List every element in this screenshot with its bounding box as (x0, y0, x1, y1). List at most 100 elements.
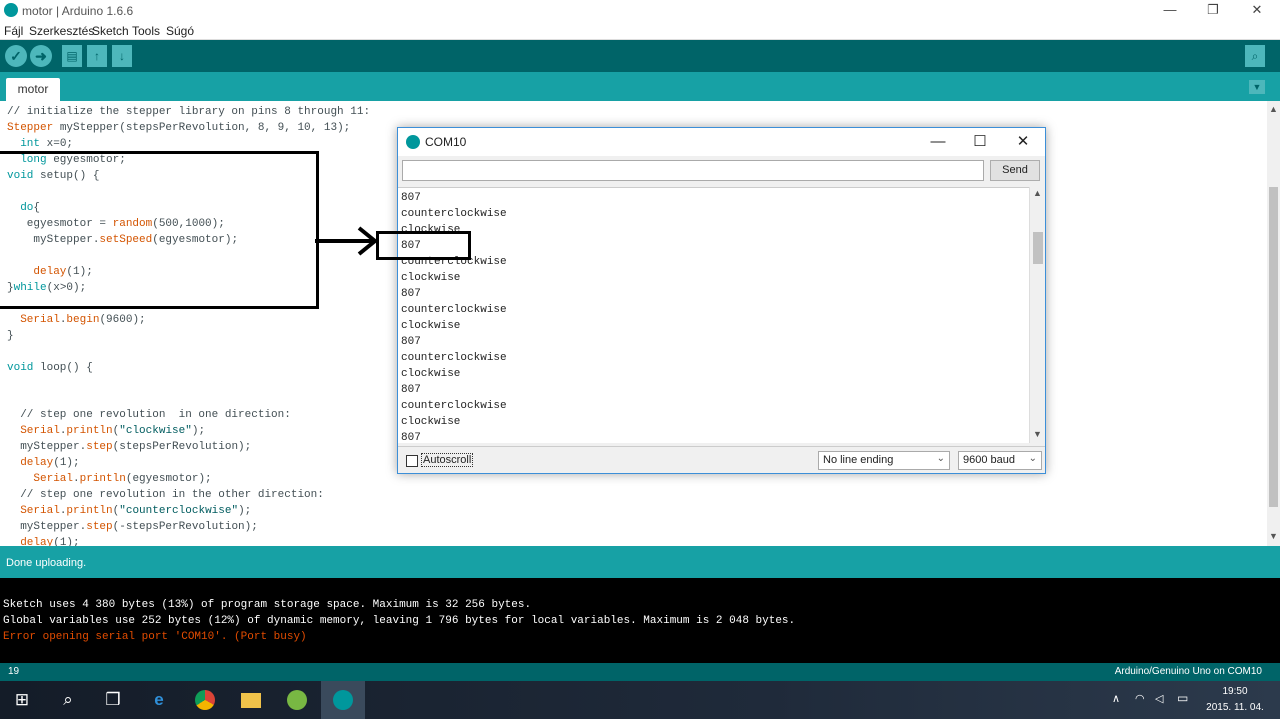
scroll-up-icon[interactable]: ▲ (1033, 188, 1042, 198)
serial-output-line: clockwise (401, 320, 461, 332)
arduino-taskbar-icon[interactable] (321, 681, 365, 719)
volume-icon[interactable]: ◁ (1155, 692, 1163, 705)
serial-output-line: 807 (401, 192, 421, 204)
verify-icon[interactable]: ✓ (5, 45, 27, 67)
serial-bottom-bar: Autoscroll No line ending ⌄ 9600 baud ⌄ (398, 446, 1045, 473)
minimize-button[interactable]: — (1150, 1, 1190, 19)
serial-output-line: 807 (401, 336, 421, 348)
annotation-box-code (0, 151, 319, 309)
code-line: myStepper.step(stepsPerRevolution); (7, 441, 252, 453)
search-icon[interactable]: ⌕ (46, 681, 90, 719)
tab-bar: motor ▼ (0, 72, 1280, 101)
board-info: Arduino/Genuino Uno on COM10 (1114, 666, 1262, 677)
window-title: motor | Arduino 1.6.6 (22, 4, 134, 18)
new-sketch-icon[interactable]: ▤ (62, 45, 82, 67)
serial-titlebar: COM10 — ☐ ✕ (398, 128, 1045, 156)
windows-taskbar: ⊞ ⌕ ❒ e ∧ ◠ ◁ ▭ 19:50 2015. 11. 04. (0, 681, 1280, 719)
code-line: Serial.println("clockwise"); (20, 425, 206, 437)
menu-edit[interactable]: Szerkesztés (29, 24, 94, 38)
code-line: // step one revolution in one direction: (7, 409, 291, 421)
start-icon[interactable]: ⊞ (0, 681, 44, 719)
serial-close-button[interactable]: ✕ (1003, 132, 1043, 152)
annotation-arrow (315, 226, 379, 256)
chevron-down-icon: ⌄ (1028, 453, 1037, 464)
serial-output[interactable]: 807 counterclockwise clockwise 807 count… (398, 187, 1029, 443)
restore-button[interactable]: ❐ (1193, 1, 1233, 19)
line-ending-value: No line ending (823, 454, 894, 466)
serial-output-line: clockwise (401, 416, 461, 428)
arduino-app-icon (406, 135, 420, 149)
serial-output-line: clockwise (401, 368, 461, 380)
arduino-app-icon (4, 3, 18, 17)
code-line: Serial.println(egyesmotor); (33, 473, 212, 485)
code-line: void loop() { (7, 362, 93, 374)
utorrent-icon[interactable] (275, 681, 319, 719)
serial-scroll-thumb[interactable] (1033, 232, 1043, 264)
menu-help[interactable]: Súgó (166, 24, 194, 38)
tab-motor[interactable]: motor (6, 78, 60, 101)
scroll-up-icon[interactable]: ▲ (1269, 104, 1278, 114)
save-icon[interactable]: ↓ (112, 45, 132, 67)
serial-output-line: clockwise (401, 272, 461, 284)
editor-scrollbar[interactable]: ▲ ▼ (1267, 101, 1280, 546)
code-line: delay(1); (20, 537, 80, 546)
send-button[interactable]: Send (990, 160, 1040, 181)
line-number: 19 (8, 666, 20, 677)
edge-icon[interactable]: e (137, 681, 181, 719)
scroll-down-icon[interactable]: ▼ (1033, 429, 1042, 439)
board-status-bar: 19 Arduino/Genuino Uno on COM10 (0, 663, 1280, 681)
serial-scrollbar[interactable]: ▲ ▼ (1029, 187, 1045, 443)
menu-sketch[interactable]: Sketch (92, 24, 129, 38)
tab-menu-icon[interactable]: ▼ (1249, 80, 1265, 94)
serial-monitor-window: COM10 — ☐ ✕ Send 807 counterclockwise cl… (397, 127, 1046, 474)
annotation-box-output (376, 231, 471, 260)
serial-output-line: counterclockwise (401, 400, 507, 412)
line-ending-select[interactable]: No line ending ⌄ (818, 451, 950, 470)
serial-send-input[interactable] (402, 160, 984, 181)
tray-chevron-icon[interactable]: ∧ (1112, 692, 1120, 705)
code-line: // initialize the stepper library on pin… (7, 106, 371, 118)
serial-output-line: 807 (401, 384, 421, 396)
serial-output-line: counterclockwise (401, 352, 507, 364)
serial-monitor-icon[interactable]: ⌕ (1245, 45, 1265, 67)
serial-output-line: counterclockwise (401, 208, 507, 220)
editor-scroll-thumb[interactable] (1269, 187, 1278, 507)
toolbar: ✓ ➜ ▤ ↑ ↓ ⌕ (0, 40, 1280, 72)
open-icon[interactable]: ↑ (87, 45, 107, 67)
serial-maximize-button[interactable]: ☐ (960, 132, 1000, 152)
code-line: // step one revolution in the other dire… (7, 489, 324, 501)
code-line: Serial.begin(9600); (20, 314, 146, 326)
notification-icon[interactable]: ▭ (1177, 691, 1188, 705)
window-titlebar: motor | Arduino 1.6.6 — ❐ ✕ (0, 0, 1280, 22)
code-line: int x=0; (20, 138, 74, 150)
console-line: Global variables use 252 bytes (12%) of … (3, 615, 796, 627)
clock-time[interactable]: 19:50 (1210, 686, 1260, 697)
task-view-icon[interactable]: ❒ (91, 681, 135, 719)
code-line: Serial.println("counterclockwise"); (20, 505, 252, 517)
serial-title: COM10 (425, 135, 467, 149)
serial-output-line: 807 (401, 432, 421, 443)
code-line: myStepper.step(-stepsPerRevolution); (7, 521, 258, 533)
code-line: } (7, 330, 14, 342)
file-explorer-icon[interactable] (229, 681, 273, 719)
serial-output-line: 807 (401, 288, 421, 300)
serial-minimize-button[interactable]: — (918, 132, 958, 152)
upload-icon[interactable]: ➜ (30, 45, 52, 67)
status-message: Done uploading. (6, 557, 87, 569)
code-line: delay(1); (20, 457, 80, 469)
baud-select[interactable]: 9600 baud ⌄ (958, 451, 1042, 470)
autoscroll-label[interactable]: Autoscroll (421, 453, 474, 467)
clock-date[interactable]: 2015. 11. 04. (1200, 702, 1270, 713)
chrome-icon[interactable] (183, 681, 227, 719)
menu-tools[interactable]: Tools (132, 24, 160, 38)
status-bar: Done uploading. (0, 546, 1280, 578)
console-error-line: Error opening serial port 'COM10'. (Port… (3, 631, 307, 643)
chevron-down-icon: ⌄ (936, 453, 945, 464)
code-line: Stepper myStepper(stepsPerRevolution, 8,… (7, 122, 351, 134)
menu-file[interactable]: Fájl (4, 24, 23, 38)
close-button[interactable]: ✕ (1237, 1, 1277, 19)
autoscroll-checkbox[interactable] (406, 455, 418, 467)
scroll-down-icon[interactable]: ▼ (1269, 531, 1278, 541)
menu-bar: Fájl Szerkesztés Sketch Tools Súgó (0, 22, 1280, 40)
wifi-icon[interactable]: ◠ (1135, 692, 1145, 705)
